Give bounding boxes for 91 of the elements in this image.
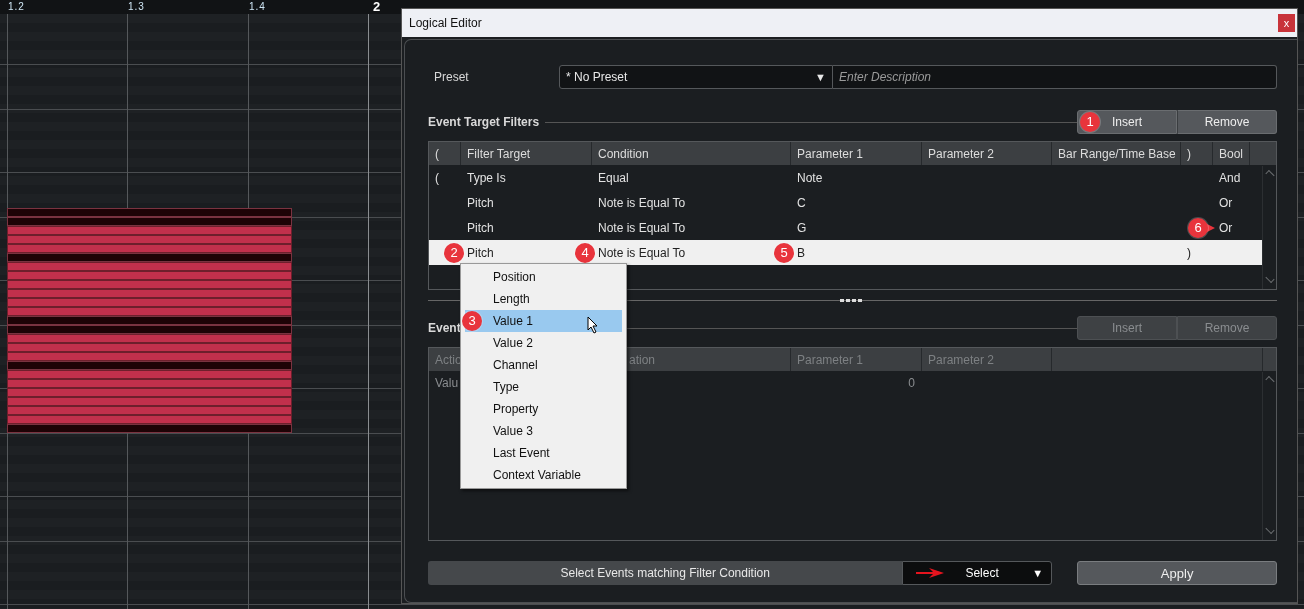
table-cell: G xyxy=(797,220,807,235)
filter-row[interactable]: ( Type Is Equal Note And xyxy=(429,165,1263,190)
menu-item[interactable]: Context Variable xyxy=(465,464,622,486)
column-header[interactable]: Parameter 1 xyxy=(791,142,922,165)
table-cell: C xyxy=(797,195,806,210)
menu-item[interactable]: Position xyxy=(465,266,622,288)
ruler-label: 1.3 xyxy=(128,1,145,12)
table-cell: Pitch xyxy=(467,195,494,210)
midi-note[interactable] xyxy=(7,271,292,280)
callout-badge: 1 xyxy=(1080,112,1100,132)
ruler-label: 2 xyxy=(373,0,382,14)
table-cell: Pitch xyxy=(467,245,494,260)
description-field[interactable]: Enter Description xyxy=(833,65,1277,89)
midi-note[interactable] xyxy=(7,379,292,388)
callout-badge: 6 xyxy=(1188,217,1208,238)
table-cell: ( xyxy=(435,170,439,185)
menu-item[interactable]: Last Event xyxy=(465,442,622,464)
table-cell: Type Is xyxy=(467,170,506,185)
table-cell: Equal xyxy=(598,170,629,185)
apply-button[interactable]: Apply xyxy=(1077,561,1277,585)
table-cell: Or xyxy=(1219,220,1233,235)
midi-note[interactable] xyxy=(7,352,292,361)
midi-note[interactable] xyxy=(7,253,292,262)
callout-badge: 5 xyxy=(774,242,794,263)
filter-row[interactable]: 2 Pitch 4 Note is Equal To 5 B ) xyxy=(429,240,1263,265)
midi-note[interactable] xyxy=(7,325,292,334)
midi-note[interactable] xyxy=(7,397,292,406)
filter-row[interactable]: Pitch Note is Equal To C Or xyxy=(429,190,1263,215)
table-cell: ) xyxy=(1187,245,1191,260)
midi-note[interactable] xyxy=(7,424,292,433)
preset-dropdown[interactable]: * No Preset ▼ xyxy=(559,65,833,89)
midi-note[interactable] xyxy=(7,208,292,217)
column-header[interactable]: ) xyxy=(1181,142,1213,165)
ruler-label: 1.2 xyxy=(8,1,25,12)
column-header[interactable]: Parameter 2 xyxy=(922,142,1052,165)
scrollbar[interactable] xyxy=(1262,372,1276,540)
midi-note[interactable] xyxy=(7,298,292,307)
ruler-label: 1.4 xyxy=(249,1,266,12)
midi-note[interactable] xyxy=(7,289,292,298)
remove-button[interactable]: Remove xyxy=(1177,110,1277,134)
midi-note[interactable] xyxy=(7,235,292,244)
column-header[interactable]: Condition xyxy=(592,142,791,165)
table-cell: 0 xyxy=(908,376,915,390)
table-cell: And xyxy=(1219,170,1241,185)
midi-note[interactable] xyxy=(7,406,292,415)
callout-badge: 4 xyxy=(575,242,595,263)
preset-label: Preset xyxy=(433,70,470,84)
midi-note[interactable] xyxy=(7,226,292,235)
table-cell: Note is Equal To xyxy=(598,195,686,210)
column-header[interactable]: ( xyxy=(429,142,461,165)
scrollbar[interactable] xyxy=(1262,166,1276,289)
insert-button[interactable]: 1 Insert xyxy=(1077,110,1177,134)
dropdown-arrow-icon: ▼ xyxy=(815,71,826,83)
arrow-icon xyxy=(915,567,946,579)
table-cell: Note is Equal To xyxy=(598,220,686,235)
mode-label: Select Events matching Filter Condition xyxy=(428,561,903,585)
section-title: Event Target Filters xyxy=(428,115,540,129)
close-button[interactable]: x xyxy=(1278,14,1295,32)
midi-note[interactable] xyxy=(7,388,292,397)
dropdown-arrow-icon: ▼ xyxy=(1032,567,1044,579)
menu-item[interactable]: Type xyxy=(465,376,622,398)
midi-note[interactable] xyxy=(7,262,292,271)
midi-note[interactable] xyxy=(7,343,292,352)
splitter-handle[interactable] xyxy=(840,299,862,302)
midi-note[interactable] xyxy=(7,217,292,226)
menu-item[interactable]: Length xyxy=(465,288,622,310)
column-header[interactable]: Filter Target xyxy=(461,142,592,165)
table-cell: Note xyxy=(797,170,823,185)
midi-note[interactable] xyxy=(7,370,292,379)
menu-item[interactable]: Value 3 xyxy=(465,420,622,442)
callout-badge: 2 xyxy=(444,242,464,263)
menu-item[interactable]: Property xyxy=(465,398,622,420)
cursor-icon xyxy=(587,316,599,334)
window-title: Logical Editor xyxy=(409,16,482,30)
midi-note[interactable] xyxy=(7,307,292,316)
midi-note[interactable] xyxy=(7,361,292,370)
function-dropdown[interactable]: Select ▼ xyxy=(902,561,1053,585)
table-cell: Or xyxy=(1219,195,1233,210)
section-title: Event xyxy=(428,321,461,335)
midi-note[interactable] xyxy=(7,244,292,253)
table-cell: Valu xyxy=(435,376,459,390)
callout-badge: 3 xyxy=(462,311,482,331)
menu-item[interactable]: 3 Value 1 xyxy=(465,310,622,332)
table-cell: Note is Equal To xyxy=(598,245,686,260)
midi-note[interactable] xyxy=(7,316,292,325)
midi-note[interactable] xyxy=(7,334,292,343)
table-cell: Pitch xyxy=(467,220,494,235)
midi-note[interactable] xyxy=(7,415,292,424)
column-header[interactable]: Bar Range/Time Base xyxy=(1052,142,1181,165)
table-cell: B xyxy=(797,245,805,260)
midi-note[interactable] xyxy=(7,280,292,289)
